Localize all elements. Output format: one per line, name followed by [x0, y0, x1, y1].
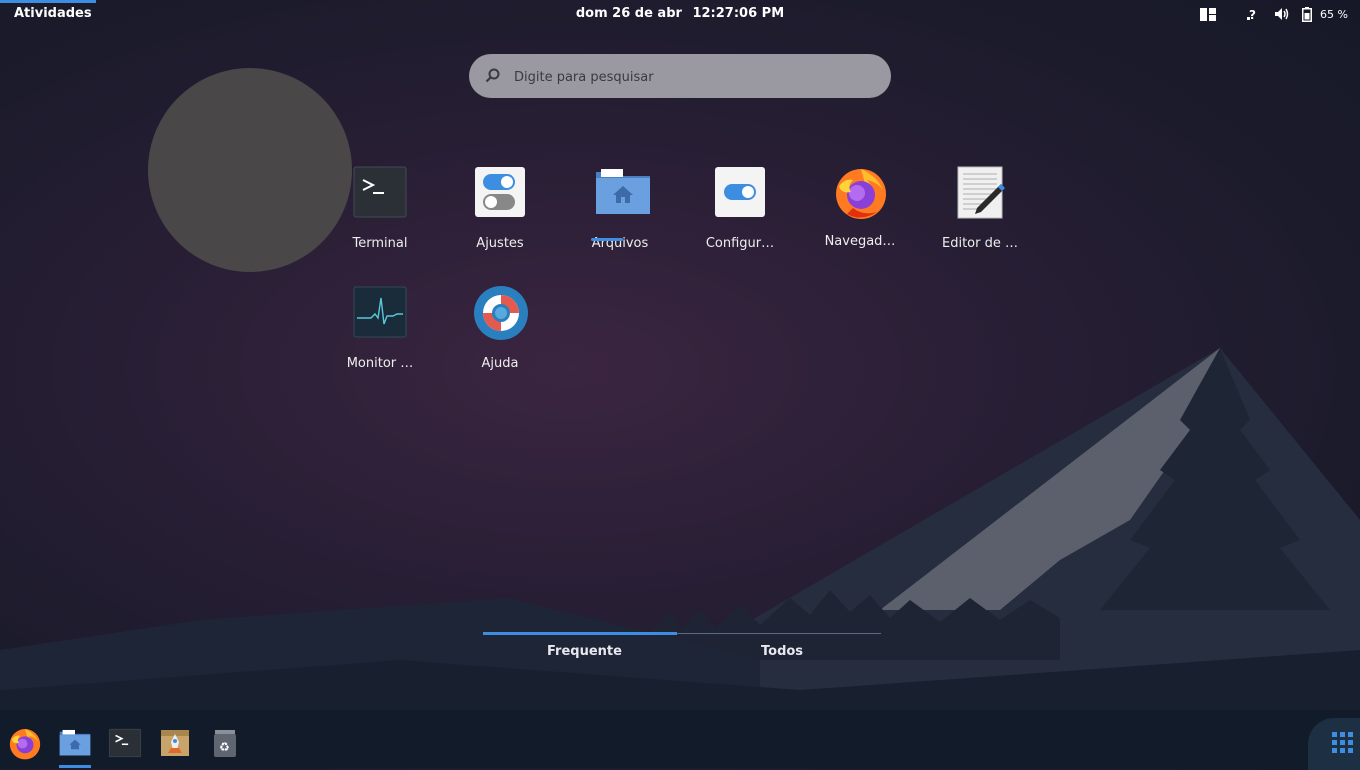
tweaks-icon [473, 166, 527, 220]
settings-icon [713, 166, 767, 220]
search-box[interactable] [469, 54, 891, 100]
show-apps-button[interactable] [1308, 718, 1360, 770]
files-folder-icon [593, 166, 650, 220]
app-view-tabs: Frequente Todos [483, 632, 881, 664]
app-navegador[interactable]: Navegad… [805, 164, 915, 249]
app-label: Monitor … [346, 356, 414, 371]
app-ajustes[interactable]: Ajustes [445, 166, 555, 251]
app-label: Ajustes [476, 236, 524, 251]
tab-frequente[interactable]: Frequente [547, 644, 622, 659]
dock: ♻ [0, 718, 1360, 770]
dock-installer-icon[interactable] [158, 726, 192, 760]
tab-todos[interactable]: Todos [761, 644, 803, 659]
clock[interactable]: dom 26 de abr 12:27:06 PM [0, 6, 1360, 21]
dock-files-folder-icon[interactable] [58, 726, 92, 760]
terminal-icon [353, 166, 407, 220]
app-ajuda[interactable]: Ajuda [445, 286, 555, 371]
app-terminal[interactable]: Terminal [325, 166, 435, 251]
running-indicator [591, 238, 623, 241]
svg-text:♻: ♻ [219, 740, 230, 754]
activities-indicator [0, 0, 96, 3]
app-label: Ajuda [481, 356, 519, 371]
system-tray[interactable]: ? 65 % [1200, 5, 1348, 23]
clock-date: dom 26 de abr [575, 6, 682, 21]
app-configuracoes[interactable]: Configur… [685, 166, 795, 251]
app-arquivos[interactable]: Arquivos [565, 166, 675, 251]
top-bar: Atividades dom 26 de abr 12:27:06 PM ? 6… [0, 0, 1360, 28]
firefox-icon [833, 164, 887, 219]
battery-icon[interactable] [1302, 5, 1313, 23]
app-label: Terminal [352, 236, 408, 251]
window-layout-icon[interactable] [1200, 5, 1217, 23]
clock-time: 12:27:06 PM [692, 6, 785, 21]
search-icon [485, 68, 500, 83]
search-input[interactable] [512, 54, 876, 100]
dock-terminal-icon[interactable] [108, 726, 142, 760]
help-lifebuoy-icon [473, 286, 528, 340]
active-tab-indicator [483, 632, 677, 635]
moon [148, 68, 352, 272]
app-editor-de-texto[interactable]: Editor de … [925, 166, 1035, 251]
app-label: Configur… [705, 236, 775, 251]
app-label: Navegad… [824, 234, 896, 249]
volume-icon[interactable] [1274, 5, 1290, 23]
dock-firefox-icon[interactable] [8, 726, 42, 760]
text-editor-icon [953, 166, 1007, 220]
svg-text:?: ? [1249, 8, 1256, 21]
app-label: Editor de … [942, 236, 1018, 251]
battery-percentage: 65 % [1320, 7, 1348, 21]
dock-trash-icon[interactable]: ♻ [208, 726, 242, 760]
help-question-icon[interactable]: ? [1246, 5, 1260, 23]
app-monitor-do-sistema[interactable]: Monitor … [325, 286, 435, 371]
system-monitor-icon [353, 286, 407, 340]
show-apps-grid-icon [1332, 732, 1353, 753]
